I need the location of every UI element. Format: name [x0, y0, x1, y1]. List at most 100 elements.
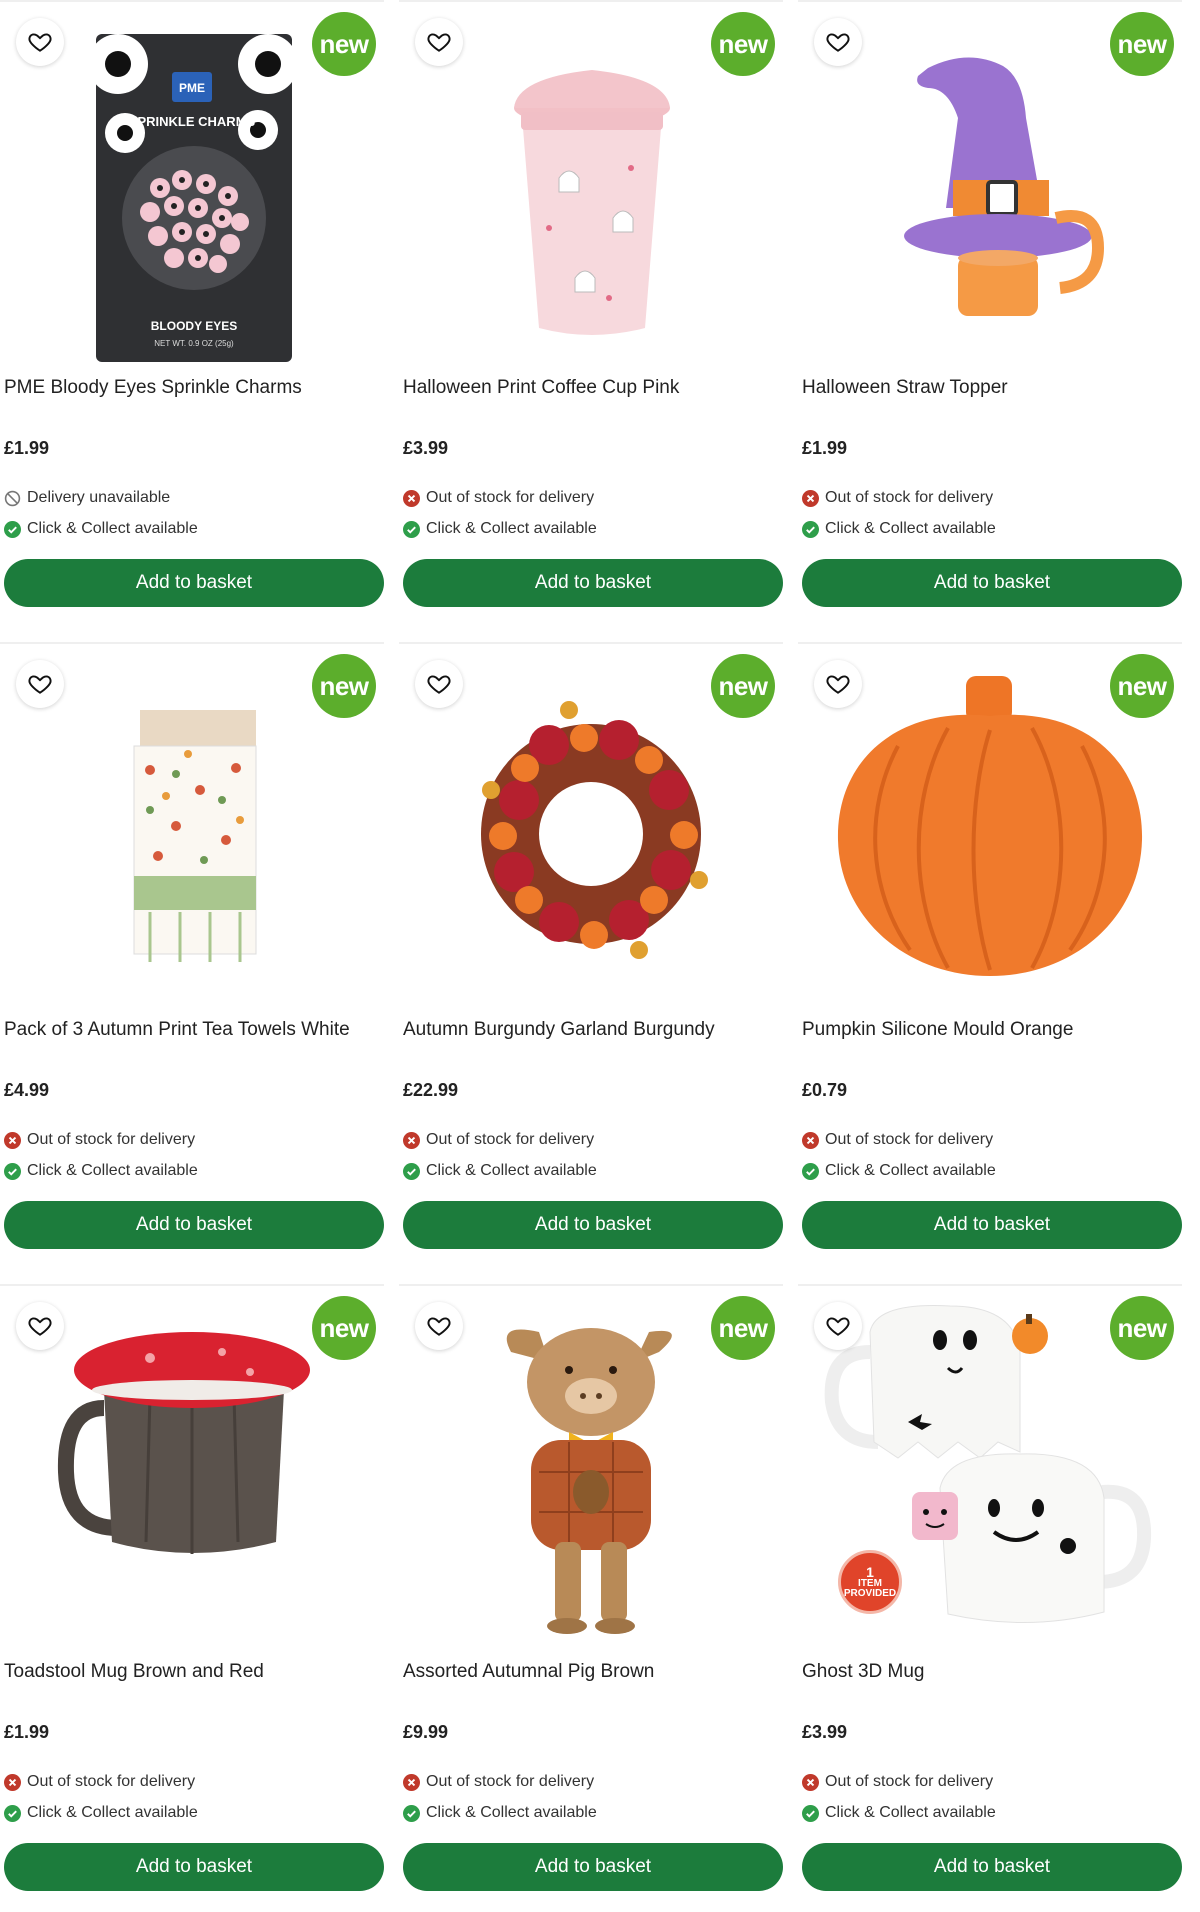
collect-status-text: Click & Collect available [426, 1804, 597, 1821]
favourite-button[interactable] [16, 1302, 64, 1350]
product-title[interactable]: Autumn Burgundy Garland Burgundy [403, 1018, 779, 1042]
collect-status: Click & Collect available [802, 520, 996, 538]
product-price: £1.99 [4, 438, 50, 458]
cross-icon [403, 1773, 420, 1791]
favourite-button[interactable] [814, 1302, 862, 1350]
product-card[interactable]: new Pack of 3 Autumn Print Tea Towels Wh… [0, 642, 384, 1278]
cross-icon [4, 1131, 21, 1149]
item-provided-line2: PROVIDED [843, 1588, 897, 1599]
item-provided-count: 1 [866, 1564, 874, 1580]
new-badge: new [312, 654, 376, 718]
delivery-status: Out of stock for delivery [403, 489, 594, 507]
collect-status: Click & Collect available [802, 1804, 996, 1822]
product-title[interactable]: Assorted Autumnal Pig Brown [403, 1660, 779, 1684]
check-circle-icon [802, 520, 819, 538]
collect-status: Click & Collect available [4, 520, 198, 538]
collect-status-text: Click & Collect available [27, 1162, 198, 1179]
cross-icon [802, 1773, 819, 1791]
product-card[interactable]: new Assorted Autumnal Pig Brown £9.99 Ou… [399, 1284, 783, 1912]
collect-status: Click & Collect available [403, 520, 597, 538]
product-card[interactable]: new Halloween Print Coffee Cup Pink £3.9… [399, 0, 783, 636]
add-to-basket-button[interactable]: Add to basket [403, 1201, 783, 1249]
add-to-basket-button[interactable]: Add to basket [802, 1201, 1182, 1249]
add-to-basket-button[interactable]: Add to basket [802, 559, 1182, 607]
new-badge: new [312, 1296, 376, 1360]
collect-status: Click & Collect available [802, 1162, 996, 1180]
add-to-basket-button[interactable]: Add to basket [802, 1843, 1182, 1891]
new-badge: new [711, 654, 775, 718]
check-circle-icon [4, 1804, 21, 1822]
favourite-button[interactable] [415, 18, 463, 66]
favourite-button[interactable] [16, 660, 64, 708]
delivery-status: Out of stock for delivery [4, 1773, 195, 1791]
favourite-button[interactable] [415, 660, 463, 708]
favourite-button[interactable] [415, 1302, 463, 1350]
packaging-weight-text: NET WT. 0.9 OZ (25g) [154, 339, 234, 348]
add-to-basket-button[interactable]: Add to basket [4, 559, 384, 607]
new-badge: new [1110, 1296, 1174, 1360]
heart-icon [826, 1317, 850, 1336]
product-price: £22.99 [403, 1080, 459, 1100]
product-title[interactable]: Pumpkin Silicone Mould Orange [802, 1018, 1178, 1042]
check-circle-icon [802, 1804, 819, 1822]
heart-icon [427, 33, 451, 52]
product-title[interactable]: Halloween Straw Topper [802, 376, 1178, 400]
new-badge: new [711, 1296, 775, 1360]
delivery-status-text: Out of stock for delivery [825, 1131, 994, 1148]
favourite-button[interactable] [814, 660, 862, 708]
favourite-button[interactable] [814, 18, 862, 66]
new-badge: new [1110, 12, 1174, 76]
collect-status: Click & Collect available [403, 1162, 597, 1180]
heart-icon [28, 33, 52, 52]
delivery-status: Delivery unavailable [4, 489, 170, 507]
heart-icon [427, 675, 451, 694]
product-title[interactable]: Halloween Print Coffee Cup Pink [403, 376, 779, 400]
heart-icon [427, 1317, 451, 1336]
brand-logo-text: PME [179, 81, 205, 95]
product-card[interactable]: new Toadstool Mug Brown and Red £1.99 Ou… [0, 1284, 384, 1912]
packaging-product-text: SPRINKLE CHARMS [129, 114, 256, 129]
heart-icon [826, 675, 850, 694]
collect-status: Click & Collect available [403, 1804, 597, 1822]
product-title[interactable]: Pack of 3 Autumn Print Tea Towels White [4, 1018, 380, 1042]
cross-icon [802, 489, 819, 507]
delivery-status-text: Out of stock for delivery [426, 489, 595, 506]
collect-status-text: Click & Collect available [825, 1162, 996, 1179]
check-circle-icon [4, 520, 21, 538]
heart-icon [28, 1317, 52, 1336]
block-icon [4, 490, 21, 506]
cross-icon [802, 1131, 819, 1149]
product-card[interactable]: PME SPRINKLE CHARMS BLOODY EYES NET WT. … [0, 0, 384, 636]
add-to-basket-button[interactable]: Add to basket [4, 1201, 384, 1249]
new-badge: new [711, 12, 775, 76]
delivery-status-text: Delivery unavailable [27, 489, 171, 506]
delivery-status-text: Out of stock for delivery [825, 1773, 994, 1790]
collect-status-text: Click & Collect available [426, 1162, 597, 1179]
heart-icon [826, 33, 850, 52]
cross-icon [4, 1773, 21, 1791]
collect-status: Click & Collect available [4, 1162, 198, 1180]
item-provided-badge: 1 ITEM PROVIDED [838, 1550, 902, 1614]
product-title[interactable]: Ghost 3D Mug [802, 1660, 1178, 1684]
packaging-flavor-text: BLOODY EYES [151, 319, 237, 333]
delivery-status: Out of stock for delivery [403, 1773, 594, 1791]
product-price: £1.99 [4, 1722, 50, 1742]
delivery-status-text: Out of stock for delivery [426, 1131, 595, 1148]
check-circle-icon [4, 1162, 21, 1180]
product-card[interactable]: new Pumpkin Silicone Mould Orange £0.79 … [798, 642, 1182, 1278]
add-to-basket-button[interactable]: Add to basket [403, 1843, 783, 1891]
collect-status: Click & Collect available [4, 1804, 198, 1822]
favourite-button[interactable] [16, 18, 64, 66]
product-title[interactable]: Toadstool Mug Brown and Red [4, 1660, 380, 1684]
cross-icon [403, 489, 420, 507]
product-card[interactable]: new Autumn Burgundy Garland Burgundy £22… [399, 642, 783, 1278]
add-to-basket-button[interactable]: Add to basket [4, 1843, 384, 1891]
product-card[interactable]: new Halloween Straw Topper £1.99 Out of … [798, 0, 1182, 636]
collect-status-text: Click & Collect available [426, 520, 597, 537]
product-price: £4.99 [4, 1080, 50, 1100]
product-title[interactable]: PME Bloody Eyes Sprinkle Charms [4, 376, 380, 400]
check-circle-icon [403, 520, 420, 538]
product-price: £3.99 [802, 1722, 848, 1742]
add-to-basket-button[interactable]: Add to basket [403, 559, 783, 607]
check-circle-icon [403, 1162, 420, 1180]
